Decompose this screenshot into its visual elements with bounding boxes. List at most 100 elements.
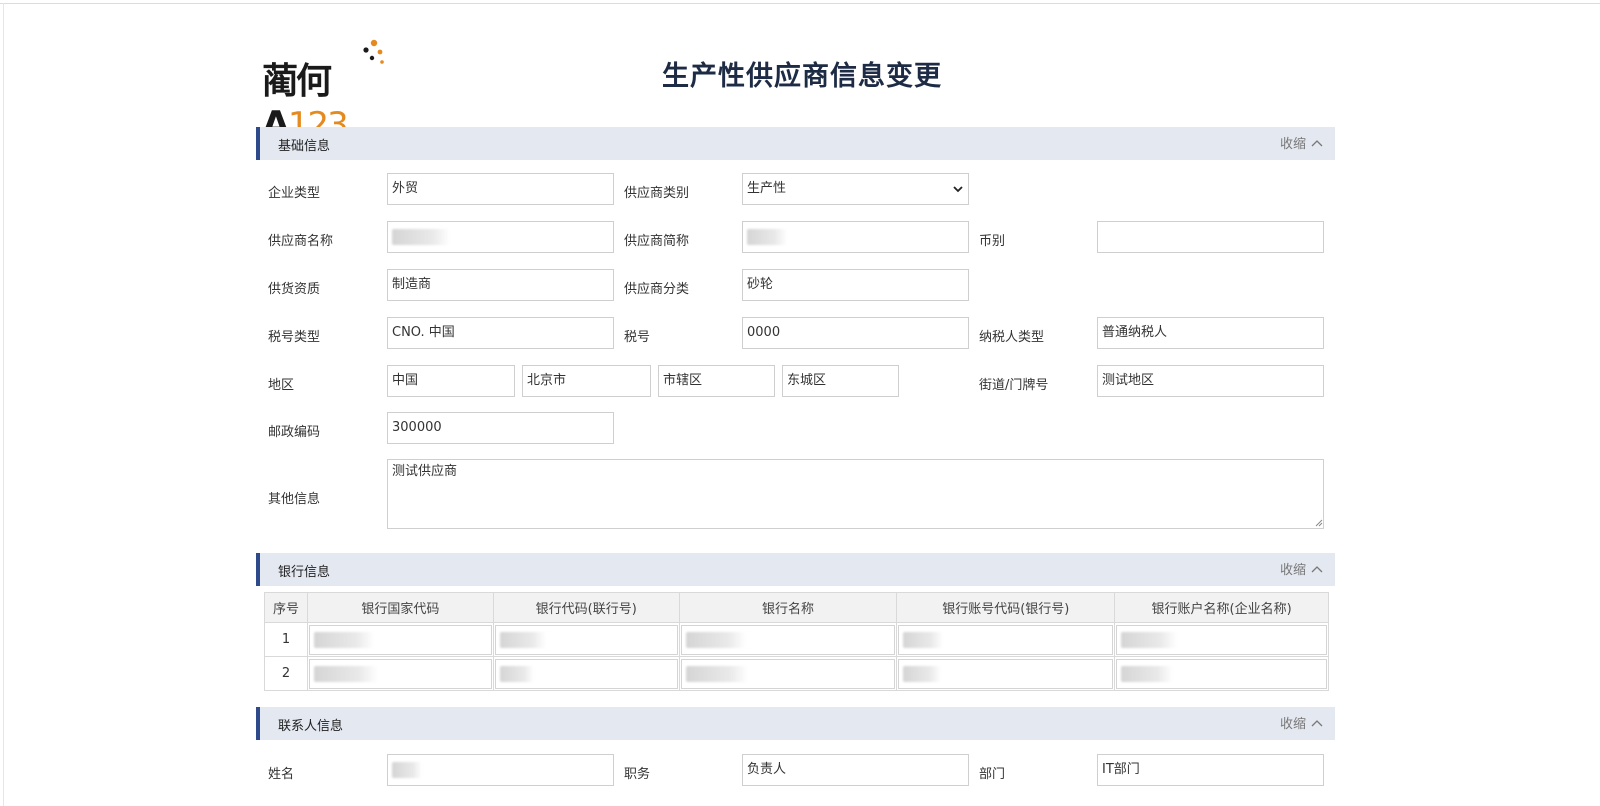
redacted-value <box>392 228 450 245</box>
department-input[interactable]: IT部门 <box>1097 754 1324 786</box>
redacted-value <box>903 631 944 648</box>
collapse-basic-button[interactable]: 收缩 <box>1280 133 1323 152</box>
currency-input[interactable] <box>1097 221 1324 253</box>
region-district1-input[interactable]: 市辖区 <box>658 365 775 397</box>
table-row: 2 <box>264 656 1329 691</box>
section-basic-info: 基础信息 收缩 <box>256 127 1335 160</box>
bank-code-cell[interactable] <box>492 622 680 657</box>
cell-input[interactable] <box>680 624 896 655</box>
supply-qualification-label: 供货资质 <box>268 282 321 297</box>
collapse-label: 收缩 <box>1279 717 1306 732</box>
enterprise-type-input[interactable]: 外贸 <box>387 173 614 205</box>
bank-info-table: 序号 银行国家代码 银行代码(联行号) 银行名称 银行账号代码(银行号) 银行账… <box>264 592 1329 691</box>
supplier-class-input[interactable]: 砂轮 <box>742 269 969 301</box>
bank-country-code-cell[interactable] <box>306 622 494 657</box>
region-city-input[interactable]: 北京市 <box>522 365 651 397</box>
bank-country-code-cell[interactable] <box>306 656 494 691</box>
collapse-bank-button[interactable]: 收缩 <box>1280 559 1323 578</box>
position-label: 职务 <box>624 767 651 782</box>
bank-code-cell[interactable] <box>492 656 680 691</box>
redacted-value <box>313 631 374 648</box>
redacted-value <box>499 665 534 682</box>
col-bank-country-code: 银行国家代码 <box>306 592 494 623</box>
col-index: 序号 <box>264 592 308 623</box>
section-title: 联系人信息 <box>278 719 344 734</box>
street-input[interactable]: 测试地区 <box>1097 365 1324 397</box>
taxpayer-type-input[interactable]: 普通纳税人 <box>1097 317 1324 349</box>
supplier-category-select[interactable]: 生产性 <box>742 173 969 205</box>
supplier-category-value: 生产性 <box>742 173 969 205</box>
supply-qualification-input[interactable]: 制造商 <box>387 269 614 301</box>
row-index: 2 <box>264 656 308 691</box>
table-header-row: 序号 银行国家代码 银行代码(联行号) 银行名称 银行账号代码(银行号) 银行账… <box>264 592 1329 623</box>
supplier-class-label: 供应商分类 <box>624 282 690 297</box>
left-border <box>3 3 4 806</box>
section-title: 基础信息 <box>278 139 331 154</box>
supplier-name-label: 供应商名称 <box>268 234 334 249</box>
bank-account-cell[interactable] <box>896 656 1116 691</box>
supplier-category-label: 供应商类别 <box>624 186 690 201</box>
cell-input[interactable] <box>680 658 896 689</box>
section-title: 银行信息 <box>278 565 331 580</box>
cell-input[interactable] <box>1116 624 1327 655</box>
contact-name-input[interactable] <box>387 754 614 786</box>
resize-handle-icon[interactable] <box>1315 519 1323 527</box>
col-bank-code: 银行代码(联行号) <box>492 592 680 623</box>
postcode-label: 邮政编码 <box>268 425 321 440</box>
taxpayer-type-label: 纳税人类型 <box>979 330 1045 345</box>
bank-account-cell[interactable] <box>896 622 1116 657</box>
postcode-input[interactable]: 300000 <box>387 412 614 444</box>
cell-input[interactable] <box>308 624 492 655</box>
col-bank-name: 银行名称 <box>678 592 898 623</box>
cell-input[interactable] <box>308 658 492 689</box>
department-label: 部门 <box>979 767 1006 782</box>
contact-name-label: 姓名 <box>268 767 295 782</box>
redacted-value <box>392 761 422 778</box>
table-row: 1 <box>264 622 1329 657</box>
account-name-cell[interactable] <box>1114 656 1329 691</box>
cell-input[interactable] <box>494 624 678 655</box>
chevron-up-icon <box>1311 719 1323 726</box>
section-contact-info: 联系人信息 收缩 <box>256 707 1335 740</box>
chevron-down-icon <box>953 186 963 193</box>
tax-no-input[interactable]: 0000 <box>742 317 969 349</box>
region-district2-input[interactable]: 东城区 <box>782 365 899 397</box>
section-bank-info: 银行信息 收缩 <box>256 553 1335 586</box>
redacted-value <box>747 228 787 245</box>
tax-no-label: 税号 <box>624 330 651 345</box>
cell-input[interactable] <box>494 658 678 689</box>
collapse-label: 收缩 <box>1279 137 1306 152</box>
col-bank-account: 银行账号代码(银行号) <box>896 592 1116 623</box>
supplier-short-input[interactable] <box>742 221 969 253</box>
street-label: 街道/门牌号 <box>979 378 1049 393</box>
row-index: 1 <box>264 622 308 657</box>
position-input[interactable]: 负责人 <box>742 754 969 786</box>
tax-type-label: 税号类型 <box>268 330 321 345</box>
other-info-textarea[interactable]: 测试供应商 <box>387 459 1324 529</box>
currency-label: 币别 <box>979 234 1006 249</box>
redacted-value <box>685 631 746 648</box>
redacted-value <box>903 665 942 682</box>
redacted-value <box>313 665 378 682</box>
redacted-value <box>685 665 748 682</box>
supplier-short-label: 供应商简称 <box>624 234 690 249</box>
cell-input[interactable] <box>1116 658 1327 689</box>
redacted-value <box>499 631 546 648</box>
col-account-name: 银行账户名称(企业名称) <box>1114 592 1329 623</box>
enterprise-type-label: 企业类型 <box>268 186 321 201</box>
redacted-value <box>1121 631 1178 648</box>
top-border <box>0 3 1600 4</box>
collapse-label: 收缩 <box>1279 563 1306 578</box>
collapse-contact-button[interactable]: 收缩 <box>1280 713 1323 732</box>
redacted-value <box>1121 665 1174 682</box>
chevron-up-icon <box>1311 139 1323 146</box>
page-title: 生产性供应商信息变更 <box>662 61 942 92</box>
region-country-input[interactable]: 中国 <box>387 365 515 397</box>
tax-type-input[interactable]: CNO. 中国 <box>387 317 614 349</box>
cell-input[interactable] <box>898 624 1114 655</box>
bank-name-cell[interactable] <box>678 622 898 657</box>
supplier-name-input[interactable] <box>387 221 614 253</box>
bank-name-cell[interactable] <box>678 656 898 691</box>
cell-input[interactable] <box>898 658 1114 689</box>
account-name-cell[interactable] <box>1114 622 1329 657</box>
